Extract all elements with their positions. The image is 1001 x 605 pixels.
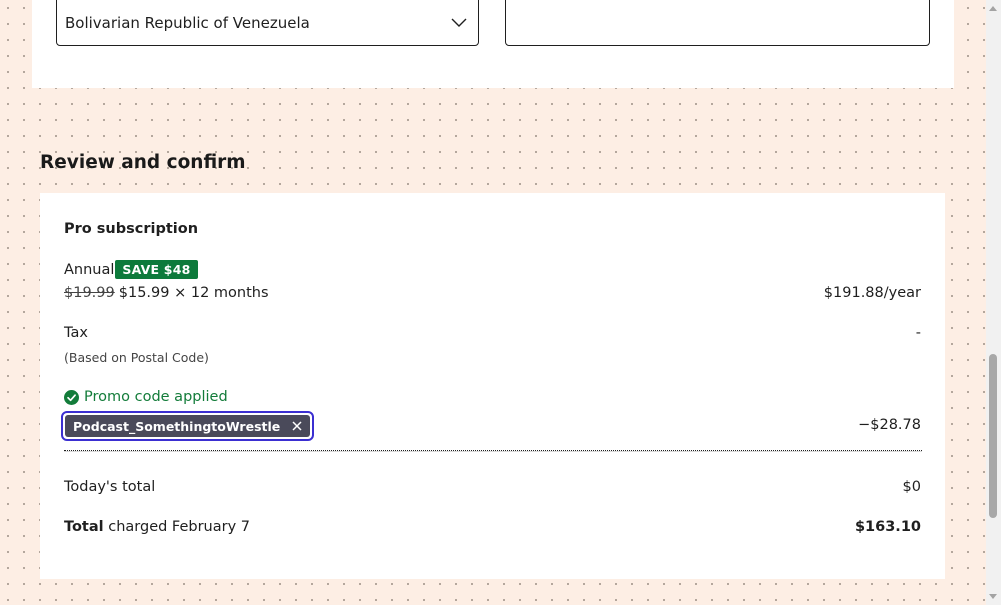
country-select-value: Bolivarian Republic of Venezuela (65, 14, 310, 32)
chevron-down-icon (451, 18, 467, 27)
postal-code-input[interactable] (505, 0, 930, 46)
promo-status-label: Promo code applied (84, 389, 228, 405)
yearly-amount: $191.88/year (823, 285, 921, 301)
total-amount: $163.10 (854, 519, 921, 535)
promo-status: Promo code applied (64, 389, 228, 405)
divider (64, 450, 922, 451)
total-label-bold: Total (64, 519, 104, 535)
today-total-amount: $0 (902, 479, 921, 495)
original-price: $19.99 (64, 285, 115, 301)
page-scrollbar[interactable] (986, 0, 1001, 605)
scroll-thumb[interactable] (989, 354, 997, 518)
promo-code-chip[interactable]: Podcast_SomethingtoWrestle (61, 411, 315, 441)
tax-note: (Based on Postal Code) (64, 350, 209, 365)
promo-code-text: Podcast_SomethingtoWrestle (73, 418, 281, 434)
plan-name: Pro subscription (64, 221, 199, 237)
promo-code-chip-body: Podcast_SomethingtoWrestle (65, 415, 311, 437)
today-total-label: Today's total (64, 479, 156, 495)
close-icon[interactable] (292, 421, 302, 431)
review-card: Pro subscription Annual SAVE $48 $19.99 … (40, 193, 945, 579)
tax-amount: - (915, 325, 921, 341)
tax-label: Tax (64, 325, 88, 341)
price-line: $19.99 $15.99 × 12 months (64, 285, 269, 301)
price-detail: $15.99 × 12 months (118, 285, 269, 301)
total-label-suffix: charged February 7 (103, 519, 251, 535)
scroll-up-arrow-icon[interactable] (989, 6, 997, 11)
scroll-down-arrow-icon[interactable] (989, 594, 997, 599)
check-circle-icon (64, 389, 79, 405)
section-title: Review and confirm (40, 152, 246, 173)
total-label: Total charged February 7 (64, 519, 250, 535)
billing-period-row: Annual SAVE $48 (64, 260, 198, 279)
save-badge: SAVE $48 (115, 260, 198, 279)
promo-discount: −$28.78 (858, 417, 921, 433)
country-select[interactable]: Bolivarian Republic of Venezuela (56, 0, 479, 46)
address-card: Bolivarian Republic of Venezuela (32, 0, 954, 88)
billing-period-label: Annual (64, 261, 115, 278)
